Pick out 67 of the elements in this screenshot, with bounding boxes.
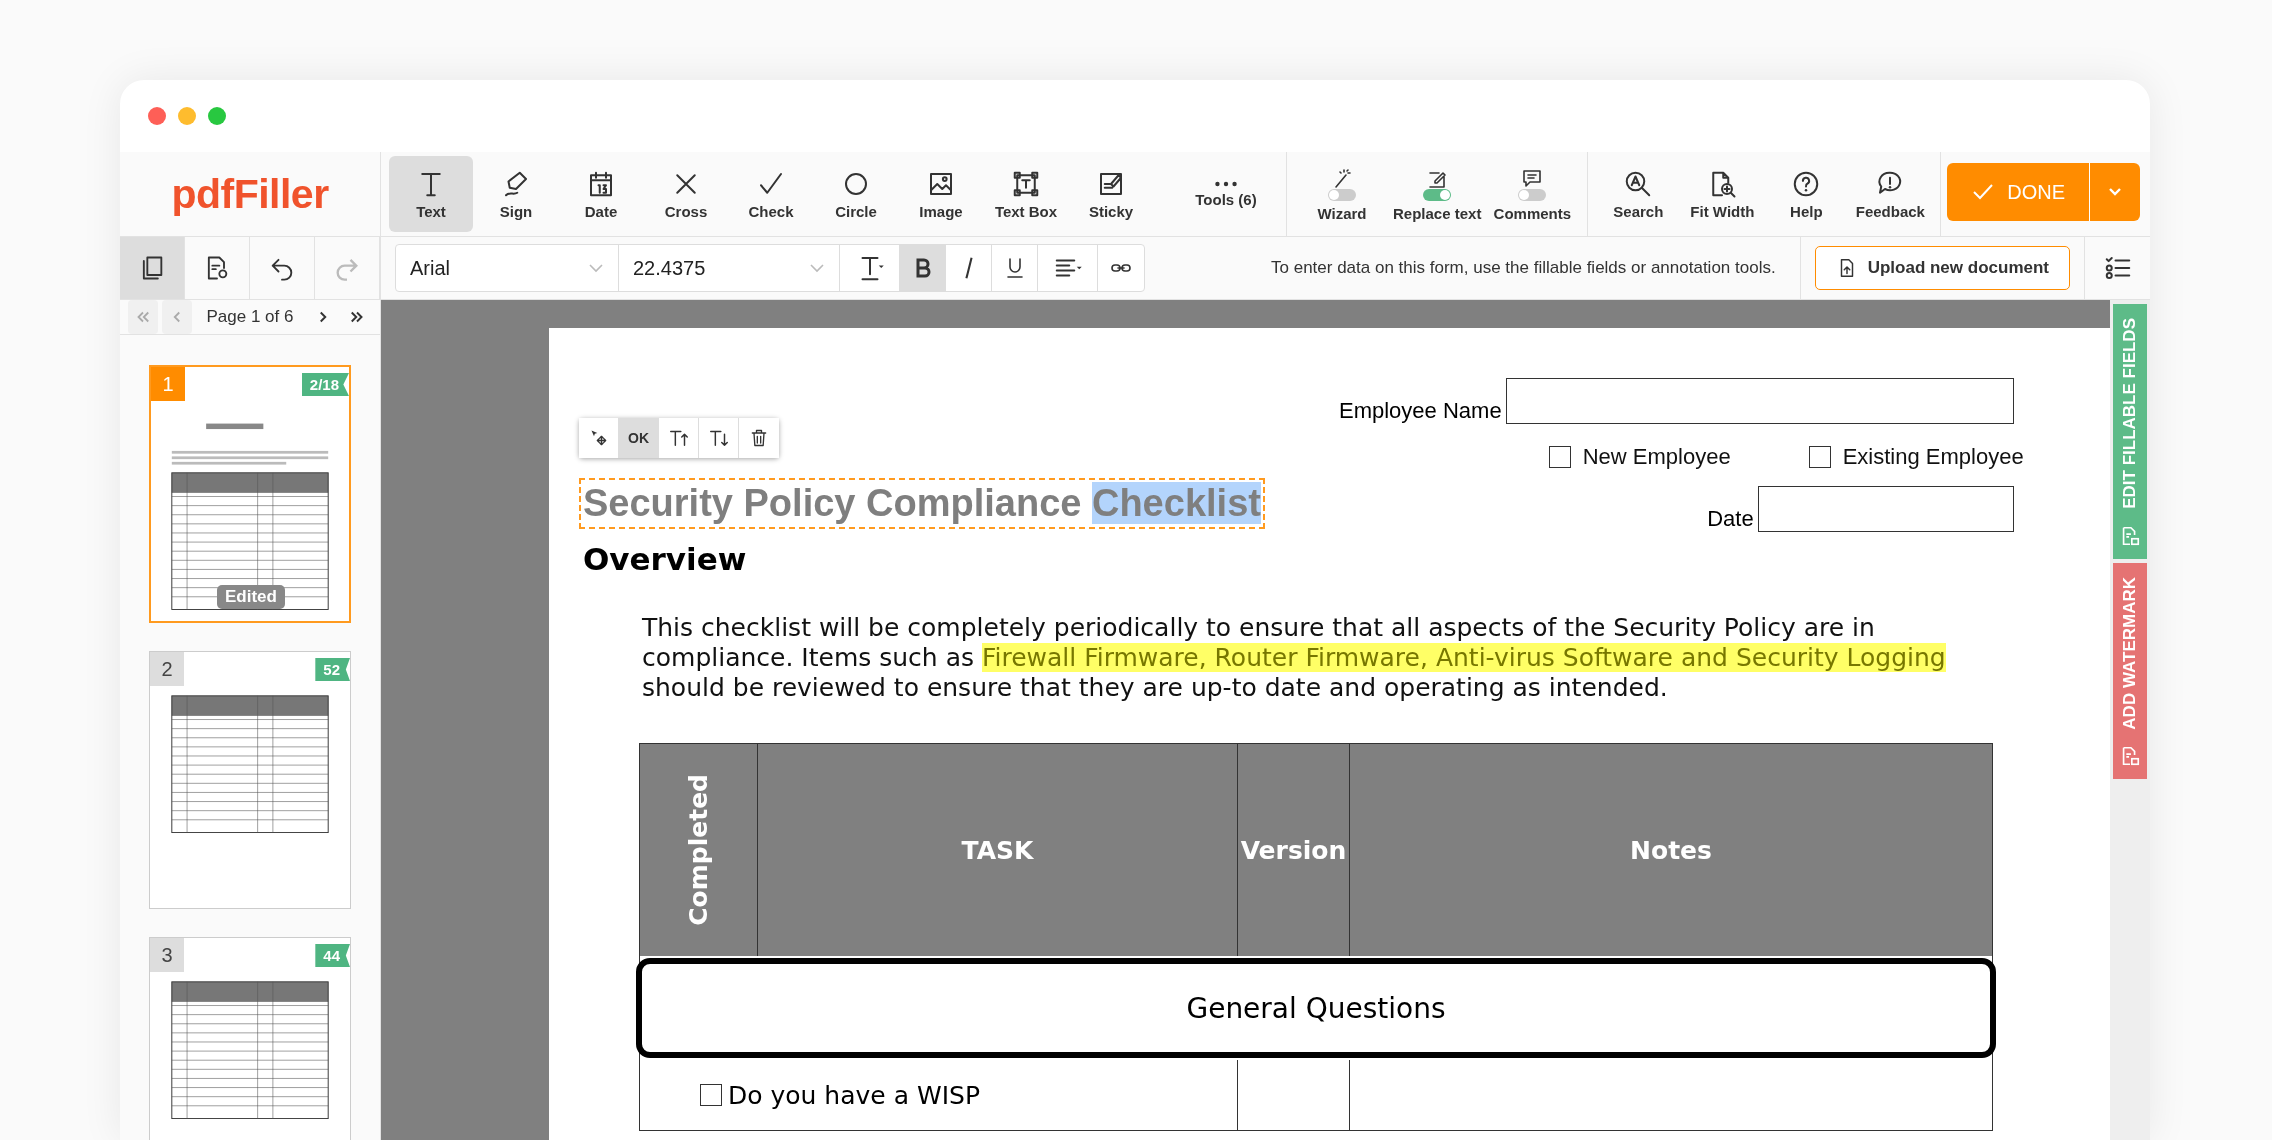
toggle-switch[interactable] (1328, 188, 1356, 201)
increase-text-size-button[interactable] (659, 418, 699, 458)
tool-button[interactable]: Tools (6) (1184, 156, 1268, 232)
employee-name-field[interactable] (1505, 378, 2014, 424)
toggle-tool-button[interactable]: Comments (1485, 156, 1580, 232)
page-number: 1 (151, 367, 185, 401)
page-thumbnail[interactable]: 3 44 (149, 937, 351, 1140)
checkbox-label: Existing Employee (1842, 444, 2024, 470)
column-header: TASK (758, 744, 1238, 956)
edited-badge: Edited (217, 585, 285, 609)
page-thumbnail[interactable]: 2 52 (149, 651, 351, 909)
field-count-badge: 52 (315, 658, 350, 681)
tool-button[interactable]: Date (559, 156, 643, 232)
page-number: 2 (150, 652, 184, 686)
ok-button[interactable]: OK (619, 418, 659, 458)
delete-button[interactable] (739, 418, 779, 458)
chevron-down-icon (588, 263, 604, 273)
font-dropdown[interactable]: Arial (396, 245, 619, 291)
field-label: Employee Name (1339, 398, 1502, 424)
trash-icon (749, 428, 769, 448)
toggle-switch[interactable] (1423, 188, 1452, 201)
more-icon (1215, 180, 1237, 187)
hint-text: To enter data on this form, use the fillable fields or annotation tools. (1271, 258, 1776, 278)
document-title[interactable]: Security Policy Compliance Checklist (579, 478, 1265, 529)
tool-button[interactable]: Search (1596, 156, 1681, 232)
tool-button[interactable]: Text (389, 156, 473, 232)
tool-button[interactable]: Fit Width (1680, 156, 1765, 232)
tool-button[interactable]: Check (729, 156, 813, 232)
tool-button[interactable]: Sign (474, 156, 558, 232)
section-row: General Questions (636, 958, 1996, 1058)
column-header: Version (1238, 744, 1350, 956)
checkbox[interactable] (700, 1084, 722, 1106)
tool-button[interactable]: Sticky (1069, 156, 1153, 232)
tool-button[interactable]: Circle (814, 156, 898, 232)
bold-button[interactable] (900, 245, 946, 291)
decrease-text-size-button[interactable] (699, 418, 739, 458)
checkbox[interactable] (1808, 446, 1831, 468)
toggle-tool-button[interactable]: Wizard (1295, 156, 1389, 232)
page-number: 3 (150, 938, 184, 972)
tool-button[interactable]: Help (1764, 156, 1849, 232)
field-count-badge: 44 (315, 944, 350, 967)
section-heading: Overview (583, 541, 748, 577)
italic-icon (964, 257, 973, 279)
move-button[interactable] (579, 418, 619, 458)
font-size-dropdown[interactable]: 22.4375 (619, 245, 840, 291)
tool-button[interactable]: Image (899, 156, 983, 232)
upload-document-button[interactable]: Upload new document (1814, 246, 2070, 290)
tool-button[interactable]: Cross (644, 156, 728, 232)
task-text: Do you have a WISP (728, 1080, 980, 1110)
date-field[interactable] (1757, 486, 2014, 532)
page-thumbnail[interactable]: 1 2/18 Edited (149, 365, 351, 623)
column-header: Notes (1350, 744, 1992, 956)
checkbox-label: New Employee (1582, 444, 1731, 470)
toggle-switch[interactable] (1518, 188, 1547, 201)
overview-paragraph: This checklist will be completely periodically to ensure that all aspects of the Security Policy are in compliance. Items such as Firewall Firmware, Router Firmware, Anti-virus Software and Security Logging should be reviewed to ensure that they are up-to date and operating as intended. (642, 613, 1947, 703)
chevron-down-icon (2108, 186, 2122, 197)
column-header: Completed (640, 744, 758, 956)
field-count-badge: 2/18 (301, 373, 349, 396)
checkbox[interactable] (1548, 446, 1571, 468)
chevron-down-icon (809, 263, 825, 273)
page-indicator: Page 1 of 6 (205, 307, 295, 327)
tool-button[interactable]: Feedback (1848, 156, 1933, 232)
field-label: Date (1707, 506, 1754, 532)
close-window-button[interactable] (148, 107, 166, 125)
pages-button[interactable] (120, 237, 185, 299)
toggle-tool-button[interactable]: Replace text (1389, 156, 1486, 232)
tool-button[interactable]: Text Box (984, 156, 1068, 232)
